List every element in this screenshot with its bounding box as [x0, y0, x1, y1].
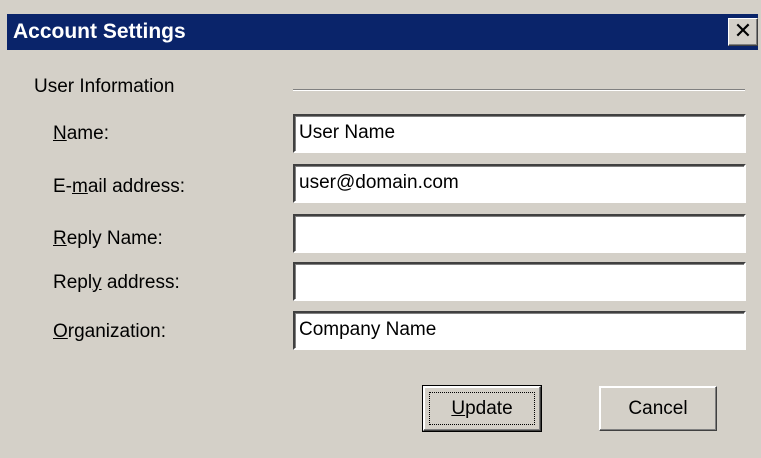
- title-bar[interactable]: Account Settings ✕: [7, 14, 758, 50]
- close-button[interactable]: ✕: [728, 18, 758, 46]
- reply-address-label: Reply address:: [53, 272, 180, 293]
- email-label: E-mail address:: [53, 176, 185, 197]
- name-label: Name:: [53, 123, 109, 144]
- group-divider: [293, 89, 745, 91]
- group-label-user-information: User Information: [34, 76, 175, 97]
- close-icon: ✕: [733, 19, 753, 44]
- organization-field[interactable]: Company Name: [293, 311, 746, 350]
- reply-address-field[interactable]: [293, 262, 746, 301]
- reply-name-field[interactable]: [293, 214, 746, 253]
- reply-name-label: Reply Name:: [53, 228, 163, 249]
- update-button[interactable]: Update: [422, 385, 542, 432]
- cancel-button-label: Cancel: [628, 397, 688, 419]
- email-field-value: user@domain.com: [299, 172, 459, 193]
- window-title: Account Settings: [13, 20, 186, 43]
- email-field[interactable]: user@domain.com: [293, 164, 746, 203]
- account-settings-dialog: Account Settings ✕ User Information Name…: [0, 0, 761, 458]
- organization-field-value: Company Name: [299, 319, 437, 340]
- cancel-button[interactable]: Cancel: [599, 386, 717, 431]
- organization-label: Organization:: [53, 321, 167, 342]
- name-field[interactable]: User Name: [293, 114, 746, 153]
- focus-rectangle: [429, 392, 535, 425]
- name-field-value: User Name: [299, 122, 396, 143]
